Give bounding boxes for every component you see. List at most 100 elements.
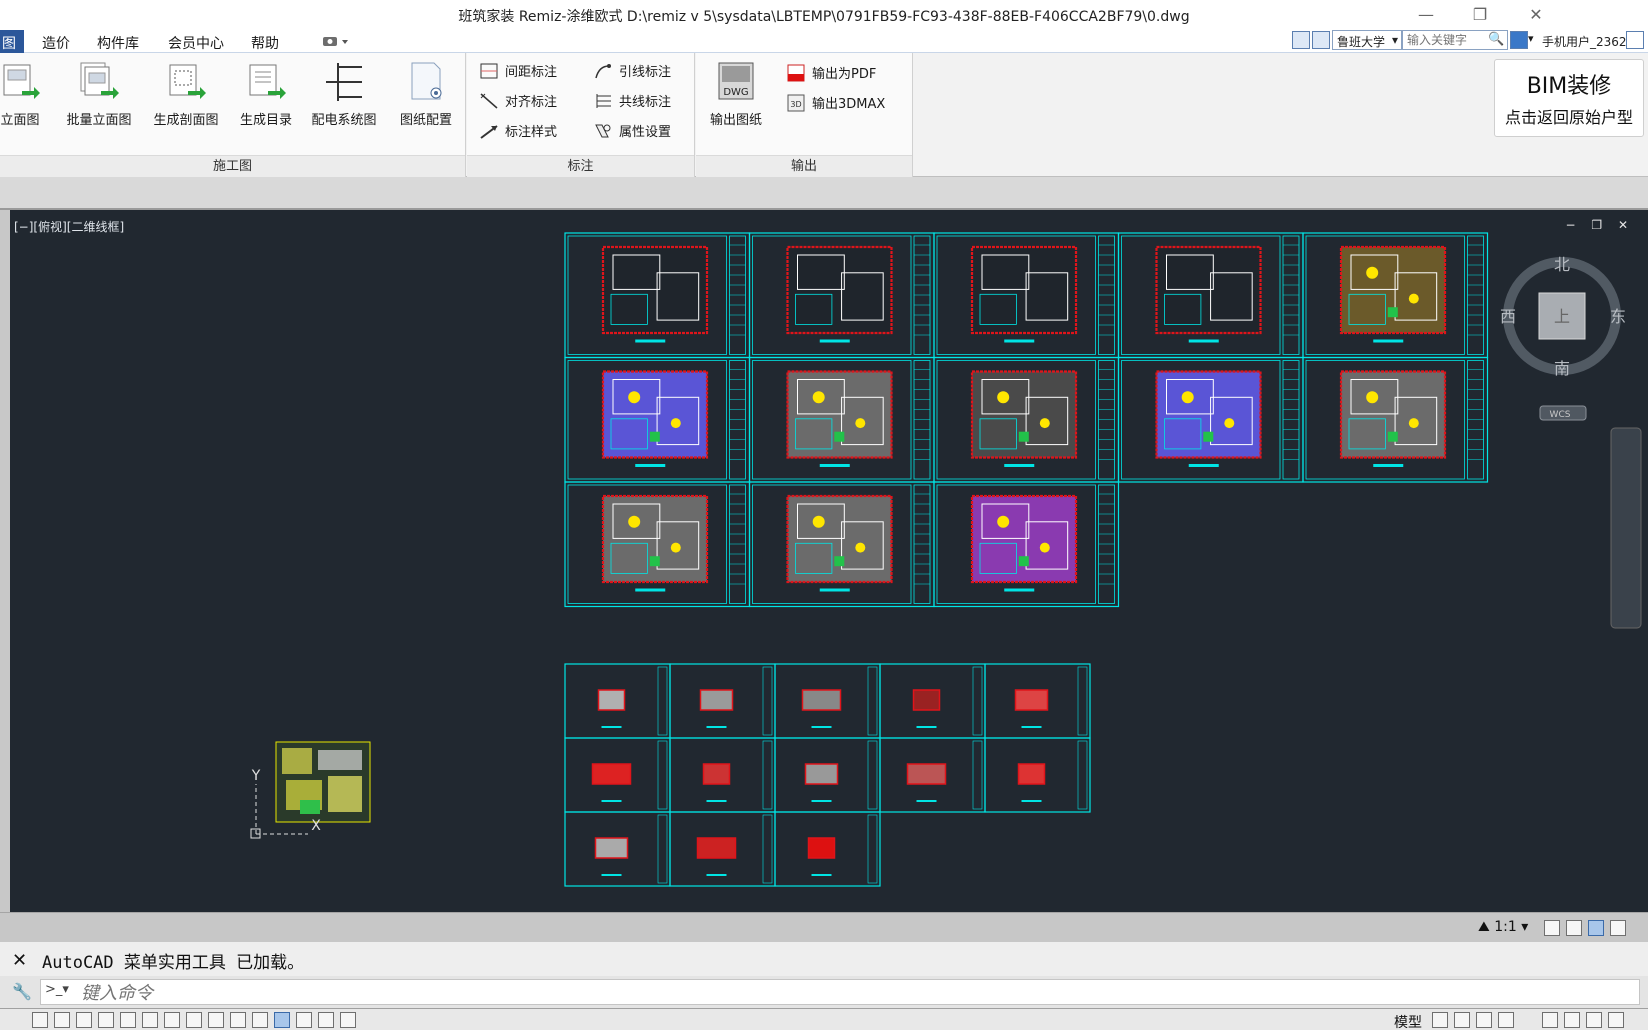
search-icon[interactable]: 🔍 [1488, 32, 1504, 47]
camera-dropdown-icon[interactable] [322, 34, 350, 48]
chevron-down-icon[interactable]: ▾ [1528, 32, 1534, 45]
command-input[interactable] [81, 982, 1621, 1004]
spacing-dimension-button[interactable]: 间距标注 [479, 61, 557, 87]
menu-tab-cost[interactable]: 造价 [42, 33, 70, 53]
polar-tracking-icon[interactable] [120, 1012, 136, 1028]
gear-icon[interactable] [1542, 1012, 1558, 1028]
quick-view-drawings-icon[interactable] [1454, 1012, 1470, 1028]
navigation-bar[interactable] [1610, 427, 1642, 629]
elevation-button[interactable]: 立面图 [0, 59, 60, 139]
drawing-sheet [564, 232, 751, 359]
panel-output: DWG 输出图纸 输出为PDF 3D 输出3DMAX 输出 [696, 53, 913, 177]
generate-catalog-button[interactable]: 生成目录 [226, 59, 306, 139]
snap-mode-icon[interactable] [54, 1012, 70, 1028]
grid-display-icon[interactable] [76, 1012, 92, 1028]
viewcube-west-label: 西 [1500, 307, 1516, 326]
distribution-diagram-button[interactable]: 配电系统图 [304, 59, 384, 139]
property-settings-label: 属性设置 [619, 125, 672, 140]
object-snap-tracking-icon[interactable] [208, 1012, 224, 1028]
elevation-sheet [564, 811, 671, 887]
batch-elevation-button[interactable]: 批量立面图 [57, 59, 141, 139]
user-login-icon[interactable] [1510, 31, 1528, 49]
title-bar: 班筑家装 Remiz-涂维欧式 D:\remiz v 5\sysdata\LBT… [0, 0, 1648, 30]
dimension-style-button[interactable]: 标注样式 [479, 121, 557, 147]
collinear-dimension-button[interactable]: 共线标注 [593, 91, 671, 117]
command-history-text: AutoCAD 菜单实用工具 已加载。 [42, 953, 305, 973]
lineweight-icon[interactable] [252, 1012, 268, 1028]
quick-view-layouts-icon[interactable] [1432, 1012, 1448, 1028]
batch-elevation-label: 批量立面图 [66, 113, 132, 128]
restore-button[interactable]: ❐ [1460, 4, 1500, 26]
panel-construction-drawing: 立面图 批量立面图 生成剖面图 生成目录 配电系统图 图纸配置 施工图 [0, 53, 466, 177]
user-name[interactable]: 手机用户_2362 [1542, 33, 1627, 50]
viewcube-north-label: 北 [1554, 255, 1570, 274]
command-prompt-icon[interactable]: >_▾ [45, 982, 75, 1002]
leader-dimension-button[interactable]: 引线标注 [593, 61, 671, 87]
export-drawing-button[interactable]: DWG 输出图纸 [696, 59, 776, 139]
dynamic-ucs-icon[interactable] [186, 1012, 202, 1028]
generate-section-button[interactable]: 生成剖面图 [144, 59, 228, 139]
annotation-visibility-icon[interactable] [1544, 920, 1560, 936]
command-history: ✕ AutoCAD 菜单实用工具 已加载。 [0, 942, 1648, 976]
viewcube[interactable]: 上 北 南 西 东 WCS [1500, 255, 1626, 421]
drawing-sheet [748, 356, 935, 483]
3d-object-snap-icon[interactable] [164, 1012, 180, 1028]
object-snap-icon[interactable] [142, 1012, 158, 1028]
annotation-scale[interactable]: ⛰ 1:1 ▾ [1478, 919, 1528, 935]
svg-text:DWG: DWG [723, 87, 748, 98]
list-view-icon[interactable] [1312, 31, 1330, 49]
wrench-icon[interactable]: 🔧 [12, 982, 32, 1001]
model-space-label[interactable]: 模型 [1394, 1012, 1422, 1032]
elevation-sheet [984, 737, 1091, 813]
dynamic-input-icon[interactable] [230, 1012, 246, 1028]
hardware-acceleration-icon[interactable] [1586, 1012, 1602, 1028]
menu-tab-member-center[interactable]: 会员中心 [168, 33, 224, 53]
pan-icon[interactable] [1476, 1012, 1492, 1028]
close-button[interactable]: ✕ [1516, 4, 1556, 26]
property-settings-button[interactable]: 属性设置 [593, 121, 671, 147]
workspace-select-value: 鲁班大学 [1337, 35, 1386, 49]
lightbulb-icon[interactable] [1610, 920, 1626, 936]
dimension-style-label: 标注样式 [505, 125, 558, 140]
viewcube-wcs-label: WCS [1550, 410, 1571, 420]
transparency-icon[interactable] [274, 1012, 290, 1028]
chevron-down-icon: ▾ [1521, 919, 1529, 935]
menu-tab-drawing[interactable]: 图 [0, 30, 24, 53]
quick-properties-icon[interactable] [340, 1012, 356, 1028]
minimize-button[interactable]: — [1406, 4, 1446, 26]
drawing-canvas[interactable]: [−][俯视][二维线框] − ❐ ✕ Y X 上 北 南 西 东 WCS [0, 210, 1648, 912]
sheet-config-button[interactable]: 图纸配置 [386, 59, 466, 139]
export-pdf-button[interactable]: 输出为PDF [786, 63, 876, 89]
lock-icon[interactable] [1564, 1012, 1580, 1028]
elevation-sheet [774, 811, 881, 887]
isolate-objects-icon[interactable] [1608, 1012, 1624, 1028]
bim-return-button[interactable]: BIM装修 点击返回原始户型 [1494, 59, 1644, 137]
close-command-icon[interactable]: ✕ [12, 950, 27, 971]
menu-tab-component-library[interactable]: 构件库 [97, 33, 139, 53]
sheet-config-label: 图纸配置 [399, 113, 452, 128]
workspace-select[interactable]: 鲁班大学 ▾ [1332, 30, 1402, 50]
command-input-box[interactable]: >_▾ [40, 979, 1640, 1005]
panel-title-construction: 施工图 [0, 155, 465, 177]
bim-title: BIM装修 [1526, 74, 1612, 99]
help-icon[interactable] [1626, 31, 1644, 49]
menu-tab-help[interactable]: 帮助 [251, 33, 279, 53]
annotation-monitor-icon[interactable] [318, 1012, 334, 1028]
grid-view-icon[interactable] [1292, 31, 1310, 49]
export-pdf-label: 输出为PDF [812, 67, 877, 82]
aligned-dimension-button[interactable]: 对齐标注 [479, 91, 557, 117]
generate-section-label: 生成剖面图 [153, 113, 219, 128]
panel-title-output: 输出 [696, 155, 912, 177]
drawing-sheet [1117, 232, 1304, 359]
export-3dmax-button[interactable]: 3D 输出3DMAX [786, 93, 885, 119]
selection-cycling-icon[interactable] [296, 1012, 312, 1028]
ortho-mode-icon[interactable] [98, 1012, 114, 1028]
collinear-dimension-label: 共线标注 [619, 95, 672, 110]
auto-scale-icon[interactable] [1566, 920, 1582, 936]
elevation-sheet [564, 663, 671, 739]
coordinate-toggle-icon[interactable] [32, 1012, 48, 1028]
workspace-switch-icon[interactable] [1588, 920, 1604, 936]
drawing-sheet [564, 481, 751, 608]
zoom-icon[interactable] [1498, 1012, 1514, 1028]
svg-text:3D: 3D [790, 100, 801, 109]
